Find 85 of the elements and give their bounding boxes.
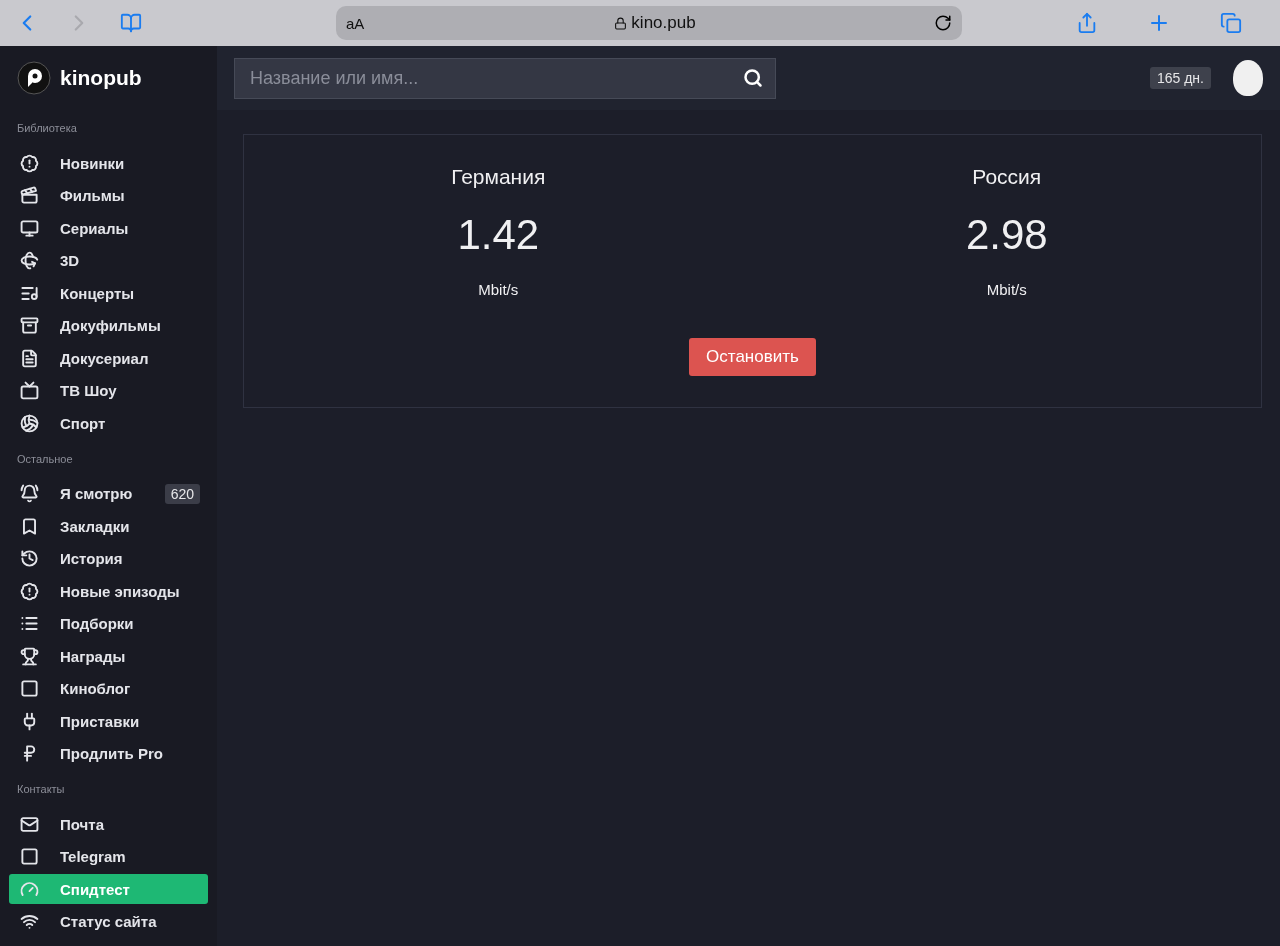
sidebar-item[interactable]: Киноблог <box>9 673 208 704</box>
item-label: Фильмы <box>60 187 125 204</box>
avatar[interactable] <box>1233 60 1263 96</box>
item-label: Спорт <box>60 414 106 432</box>
sidebar-item[interactable]: 3D <box>9 245 208 276</box>
history-icon <box>20 549 39 568</box>
gauge-icon <box>20 879 39 899</box>
sidebar-item[interactable]: Награды <box>9 641 208 671</box>
speed-value: 2.98 <box>965 211 1048 259</box>
sidebar-item[interactable]: Статус сайта <box>9 906 208 937</box>
stop-button[interactable]: Остановить <box>689 338 816 376</box>
sidebar-item[interactable]: Telegram <box>9 841 208 872</box>
sidebar-item[interactable]: Докуфильмы <box>9 310 208 341</box>
logo-text: kinopub <box>60 66 142 90</box>
sidebar-item[interactable]: Спорт <box>9 408 208 438</box>
sidebar-item[interactable]: Новинки <box>9 148 208 178</box>
item-label: Я смотрю <box>60 485 133 502</box>
item-label: Новые эпизоды <box>60 582 180 600</box>
speed-unit: Mbit/s <box>478 281 519 298</box>
section-heading: Контакты <box>16 782 66 797</box>
sidebar-item[interactable]: Фильмы <box>9 180 208 211</box>
address-bar[interactable]: aA kino.pub <box>336 6 962 40</box>
reload-icon[interactable] <box>934 14 952 32</box>
bell-icon <box>20 484 39 503</box>
speed-unit: Mbit/s <box>986 281 1027 298</box>
sidebar-item[interactable]: Подборки <box>9 608 208 639</box>
item-label: 3D <box>60 252 80 269</box>
sidebar-item[interactable]: Приставки <box>9 706 208 736</box>
item-label: Спидтест <box>60 880 130 898</box>
document-icon <box>20 348 39 368</box>
search-icon[interactable] <box>743 68 763 88</box>
list-icon <box>20 614 39 633</box>
ball-icon <box>20 413 39 433</box>
count-badge: 620 <box>164 483 200 504</box>
item-label: Подборки <box>60 615 134 632</box>
sidebar-item[interactable]: ТВ Шоу <box>9 375 208 406</box>
item-label: Почта <box>60 815 104 833</box>
tv-icon <box>20 381 39 400</box>
sidebar-item[interactable]: Закладки <box>9 511 208 541</box>
item-label: Докуфильмы <box>60 317 161 334</box>
speed-value: 1.42 <box>457 211 540 259</box>
item-label: Закладки <box>60 517 130 535</box>
alert-badge-icon <box>20 581 39 601</box>
item-label: Награды <box>60 647 126 665</box>
mail-icon <box>20 814 39 834</box>
trophy-icon <box>20 646 39 666</box>
item-label: Концерты <box>60 284 135 302</box>
monitor-icon <box>20 218 39 238</box>
clapperboard-icon <box>20 186 39 205</box>
days-badge: 165 дн. <box>1149 67 1211 89</box>
sidebar-item[interactable]: Докусериал <box>9 343 208 373</box>
url-text: kino.pub <box>631 13 696 33</box>
logo-icon <box>17 61 51 95</box>
item-label: Новинки <box>60 154 125 172</box>
item-label: Telegram <box>60 848 126 865</box>
square-icon <box>20 847 39 866</box>
lock-icon <box>614 16 628 30</box>
sidebar-item[interactable]: Продлить Pro <box>9 738 208 769</box>
sidebar-item[interactable]: Почта <box>9 809 208 839</box>
sidebar-item[interactable]: Сериалы <box>9 213 208 243</box>
archive-icon <box>20 316 39 335</box>
section-heading: Библиотека <box>16 121 78 136</box>
item-label: История <box>60 550 123 567</box>
item-label: Сериалы <box>60 219 129 237</box>
3d-rotate-icon <box>20 251 39 270</box>
search-input[interactable]: Название или имя... <box>248 66 743 90</box>
search-field[interactable]: Название или имя... <box>234 57 776 99</box>
item-label: Докусериал <box>60 349 149 367</box>
item-label: Киноблог <box>60 680 131 697</box>
item-label: Статус сайта <box>60 913 157 930</box>
sidebar-item[interactable]: Новые эпизоды <box>9 576 208 606</box>
square-icon <box>20 679 39 698</box>
sidebar-item[interactable]: Я смотрю 620 <box>9 478 208 509</box>
item-label: Приставки <box>60 712 140 730</box>
bookmark-icon <box>20 516 39 536</box>
sidebar-item[interactable]: История <box>9 543 208 574</box>
alert-badge-icon <box>20 153 39 173</box>
text-size-button[interactable]: aA <box>346 14 376 32</box>
location-label: Россия <box>972 165 1042 189</box>
wifi-icon <box>20 912 39 931</box>
section-heading: Остальное <box>16 451 74 467</box>
item-label: Продлить Pro <box>60 745 163 762</box>
sidebar-item[interactable]: Концерты <box>9 278 208 308</box>
item-label: ТВ Шоу <box>60 382 117 399</box>
location-label: Германия <box>451 165 546 189</box>
